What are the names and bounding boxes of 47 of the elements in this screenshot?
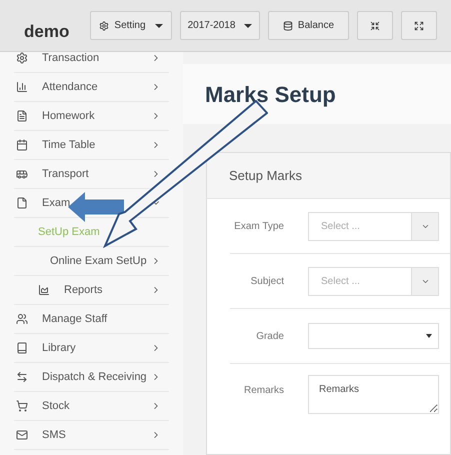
calendar-icon (16, 139, 28, 151)
cart-icon (16, 400, 28, 412)
users-icon (16, 313, 28, 325)
sidebar-item[interactable]: Stock (14, 392, 70, 420)
sidebar-item[interactable]: Transport (14, 160, 89, 188)
sidebar-item[interactable]: Time Table (14, 131, 96, 159)
menu-button[interactable]: 2017-2018 (180, 11, 260, 40)
database-icon (282, 20, 293, 30)
envelope-icon (16, 429, 28, 441)
sidebar-item[interactable]: Library (14, 334, 76, 362)
remarks-field[interactable]: Remarks (308, 375, 439, 414)
sidebar-item[interactable]: Dispatch & Receiving (14, 363, 147, 391)
pointer-arrow-drawing (68, 192, 124, 222)
gear-icon (16, 52, 28, 64)
caret-icon (426, 334, 432, 338)
expand-icon (414, 20, 424, 30)
bar-chart-icon (16, 81, 28, 93)
menu-button[interactable]: Balance (268, 11, 349, 40)
sidebar-item[interactable]: Homework (14, 102, 95, 130)
area-chart-icon (38, 284, 50, 296)
menu-button[interactable]: Setting (90, 11, 172, 40)
sidebar-item[interactable]: Attendance (14, 73, 98, 101)
page-title: Marks Setup (205, 80, 336, 109)
caret-icon (244, 24, 252, 28)
document-icon (16, 110, 28, 122)
compress-icon (370, 20, 380, 30)
bus-icon (16, 168, 28, 180)
toolbar-button[interactable] (357, 11, 393, 40)
file-icon (16, 197, 28, 209)
book-icon (16, 342, 28, 354)
sidebar-item[interactable]: Exam (14, 189, 70, 217)
sidebar-item[interactable]: SMS (14, 421, 66, 449)
field-label: Subject (250, 274, 284, 288)
settings-icon (99, 20, 110, 30)
select-field[interactable] (308, 323, 439, 349)
sidebar-item[interactable]: Transaction (14, 52, 100, 72)
sidebar-item[interactable]: Manage Staff (14, 305, 108, 333)
field-label: Remarks (242, 384, 284, 398)
field-label: Exam Type (233, 220, 284, 234)
card-title: Setup Marks (229, 166, 302, 185)
caret-icon (154, 24, 163, 28)
sidebar-item[interactable]: Online Exam SetUp (14, 247, 147, 275)
toolbar-button[interactable] (401, 11, 437, 40)
brand-name: demo (24, 20, 70, 43)
field-label: Grade (255, 330, 284, 344)
sidebar-item[interactable]: Reports (14, 276, 103, 304)
swap-arrows-icon (16, 371, 28, 383)
